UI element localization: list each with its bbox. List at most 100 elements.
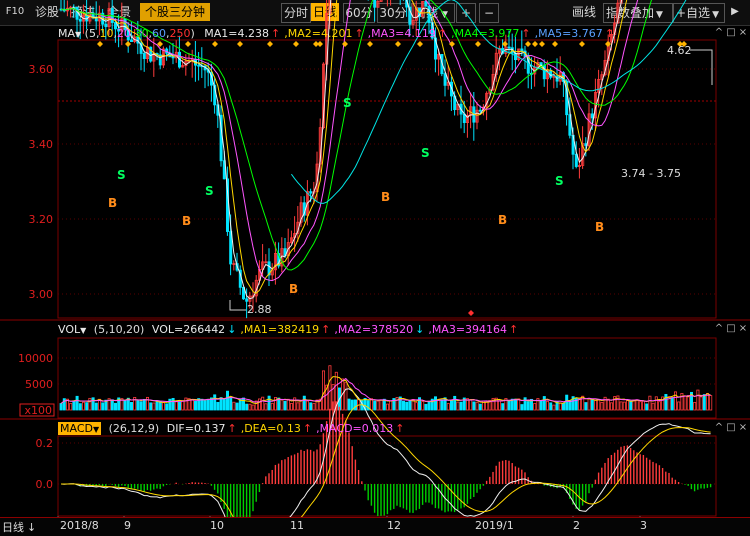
chart-canvas[interactable]: 4.604.404.204.003.803.603.403.203.001000…	[0, 0, 750, 535]
volume-bar	[526, 401, 530, 411]
volume-bar	[546, 400, 550, 411]
event-marker	[317, 41, 323, 47]
panel-up-icon[interactable]: ^	[714, 27, 724, 38]
ma-legend: MA▼ (5,10,20,30,60,250) MA1=4.238 ↑ ,MA2=4…	[58, 27, 615, 40]
volume-bar	[229, 396, 233, 411]
axis-labels: 4.604.404.204.003.803.603.403.203.001000…	[18, 0, 55, 491]
panel-close-icon[interactable]: ×	[738, 323, 748, 334]
panel-maximize-icon[interactable]: □	[726, 422, 736, 433]
volume-bar	[344, 381, 348, 411]
volume-bar	[706, 393, 710, 411]
candle-body	[542, 64, 546, 80]
macd-legend: MACD▼ (26,12,9) DIF=0.137 ↑ ,DEA=0.13 ↑ ,MAC…	[58, 422, 405, 435]
volume-bar	[501, 403, 505, 411]
event-marker	[552, 41, 558, 47]
volume-bar	[533, 403, 537, 411]
volume-bar	[177, 401, 181, 411]
time-axis-bar	[0, 517, 750, 536]
volume-bar	[168, 398, 172, 411]
volume-bar	[305, 400, 309, 411]
macd-value: MACD=0.013	[319, 422, 394, 435]
event-marker	[342, 41, 348, 47]
panel-up-icon[interactable]: ^	[714, 323, 724, 334]
volume-bar	[587, 398, 591, 411]
candle-body	[520, 48, 524, 52]
volume-bar	[405, 401, 409, 411]
volume-bar	[459, 401, 463, 411]
volume-bar	[85, 402, 89, 411]
volume-bar	[152, 402, 156, 411]
volume-bar	[610, 402, 614, 411]
event-marker	[293, 41, 299, 47]
volume-bar	[114, 402, 118, 411]
volume-bar	[562, 402, 566, 411]
event-marker	[395, 41, 401, 47]
panel-close-icon[interactable]: ×	[738, 27, 748, 38]
arrow-up-icon: ↑	[321, 323, 331, 336]
period-selector[interactable]: 日线 ↓	[2, 519, 36, 535]
volume-bar	[456, 401, 460, 411]
panel-maximize-icon[interactable]: □	[726, 323, 736, 334]
event-marker	[367, 41, 373, 47]
event-marker	[212, 41, 218, 47]
volume-bar	[606, 398, 610, 411]
volume-bar	[686, 395, 690, 411]
event-marker	[267, 41, 273, 47]
arrow-down-icon: ↓	[227, 323, 237, 336]
volume-bar	[581, 395, 585, 411]
volume-bar	[642, 400, 646, 411]
volume-bar	[523, 397, 527, 411]
volume-bar	[401, 400, 405, 411]
ma-param-60: 60	[151, 27, 166, 40]
volume-bar	[594, 399, 598, 411]
volume-bar	[385, 403, 389, 411]
ma-param-5: 5	[88, 27, 96, 40]
candle-body	[373, 0, 377, 8]
volume-bar	[648, 395, 652, 411]
volume-bar	[677, 401, 681, 411]
volume-bar	[427, 401, 431, 411]
volume-bar	[664, 394, 668, 411]
panel-maximize-icon[interactable]: □	[726, 27, 736, 38]
ma-legend-label[interactable]: MA	[58, 27, 75, 40]
arrow-up-icon: ↑	[604, 27, 615, 40]
volume-bar	[142, 398, 146, 411]
volume-bar	[267, 395, 271, 411]
volume-unit-label: x100	[24, 404, 52, 417]
arrow-up-icon: ↑	[509, 323, 519, 336]
volume-bar	[72, 401, 76, 411]
volume-bar	[520, 404, 524, 411]
panel-up-icon[interactable]: ^	[714, 422, 724, 433]
month-label: 3	[640, 519, 647, 532]
volume-tick-label: 10000	[18, 352, 53, 365]
volume-bar	[158, 401, 162, 411]
macd-indicator-dropdown[interactable]: MACD▼	[58, 422, 102, 435]
volume-bar	[584, 402, 588, 411]
volume-bar	[469, 399, 473, 411]
vol-legend-label[interactable]: VOL	[58, 323, 80, 336]
volume-bar	[552, 404, 556, 411]
month-label: 2	[573, 519, 580, 532]
event-marker	[417, 41, 423, 47]
volume-bar	[110, 399, 114, 411]
price-tick-label: 3.40	[29, 138, 54, 151]
volume-bar	[590, 399, 594, 411]
volume-bar	[225, 390, 229, 411]
volume-bar	[222, 399, 226, 411]
volume-bar	[478, 403, 482, 411]
panel-close-icon[interactable]: ×	[738, 422, 748, 433]
volume-bar	[421, 401, 425, 411]
volume-bar	[190, 399, 194, 411]
vol-legend: VOL▼ (5,10,20) VOL=266442 ↓ ,MA1=382419 ↑ ,M…	[58, 323, 519, 336]
candle-body	[424, 1, 428, 7]
volume-bar	[635, 399, 639, 411]
volume-bar	[59, 403, 63, 411]
volume-bar	[75, 395, 79, 411]
ma1-value: MA1=4.238	[204, 27, 269, 40]
ma-param-30: 30	[134, 27, 149, 40]
arrow-up-icon: ↑	[437, 27, 448, 40]
arrow-up-icon: ↑	[271, 27, 281, 40]
candle-body	[197, 64, 201, 67]
volume-bar	[193, 400, 197, 411]
volume-bar	[376, 400, 380, 411]
